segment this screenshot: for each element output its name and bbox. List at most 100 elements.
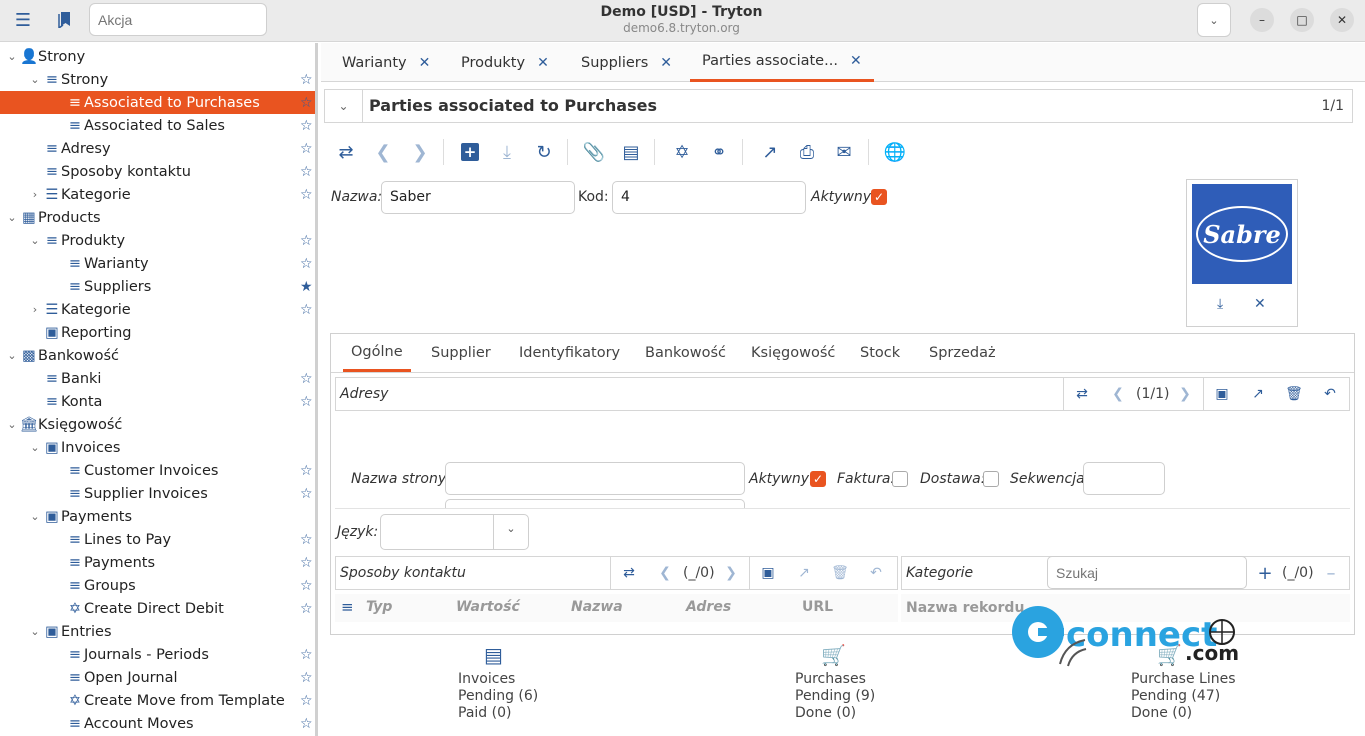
star-icon[interactable]: ☆ [300, 647, 313, 663]
chevron-down-icon[interactable]: ⌄ [29, 73, 41, 86]
column-header[interactable]: Nazwa [571, 599, 623, 615]
maximize-button[interactable]: □ [1290, 8, 1314, 32]
email-icon[interactable]: ✉ [829, 135, 859, 169]
close-tab-icon[interactable]: ✕ [537, 55, 549, 71]
dashboard-line[interactable]: Pending (47) [1131, 688, 1351, 705]
delivery-checkbox[interactable] [983, 471, 999, 487]
menu-item[interactable]: ⌄ ▦ Products [0, 206, 315, 229]
menu-item[interactable]: ✡ Create Direct Debit ☆ [0, 597, 315, 620]
menu-item[interactable]: ≡ Journals - Periods ☆ [0, 643, 315, 666]
tab-identyfikatory[interactable]: Identyfikatory [519, 334, 620, 372]
column-header[interactable]: Adres [686, 599, 731, 615]
dashboard-line[interactable]: Paid (0) [458, 705, 678, 722]
star-icon[interactable]: ☆ [300, 233, 313, 249]
globe-icon[interactable]: 🌐 [880, 135, 910, 169]
star-icon[interactable]: ☆ [300, 693, 313, 709]
open-contact-icon[interactable]: ↗ [789, 557, 819, 589]
star-icon[interactable]: ☆ [300, 95, 313, 111]
name-input[interactable]: Saber [381, 181, 575, 214]
dashboard-line[interactable]: Pending (6) [458, 688, 678, 705]
star-icon[interactable]: ☆ [300, 371, 313, 387]
star-icon[interactable]: ☆ [300, 72, 313, 88]
menu-item[interactable]: ⌄ 👤 Strony [0, 45, 315, 68]
previous-icon[interactable]: ❮ [650, 557, 680, 589]
bookmark-icon[interactable] [52, 8, 78, 32]
action-search-input[interactable] [89, 3, 267, 36]
tab-bankowosc[interactable]: Bankowość [645, 334, 726, 372]
tab-stock[interactable]: Stock [860, 334, 900, 372]
clear-image-icon[interactable]: ✕ [1254, 296, 1266, 312]
menu-item[interactable]: ≡ Adresy ☆ [0, 137, 315, 160]
close-tab-icon[interactable]: ✕ [850, 53, 862, 69]
star-icon[interactable]: ☆ [300, 187, 313, 203]
categories-search-input[interactable] [1047, 556, 1247, 589]
menu-item[interactable]: ≡ Groups ☆ [0, 574, 315, 597]
chevron-down-icon[interactable]: ⌄ [6, 211, 18, 224]
close-tab-icon[interactable]: ✕ [660, 55, 672, 71]
dashboard-purchases[interactable]: 🛒 Purchases Pending (9) Done (0) [795, 645, 1015, 722]
menu-icon[interactable]: ☰ [10, 8, 36, 32]
star-icon[interactable]: ☆ [300, 601, 313, 617]
star-icon[interactable]: ☆ [300, 532, 313, 548]
menu-item[interactable]: ⌄ ▩ Bankowość [0, 344, 315, 367]
dashboard-invoices[interactable]: ▤ Invoices Pending (6) Paid (0) [458, 645, 678, 722]
menu-item[interactable]: ≡ Banki ☆ [0, 367, 315, 390]
collapse-chevron-icon[interactable]: ⌄ [325, 90, 363, 122]
previous-icon[interactable]: ❮ [1103, 378, 1133, 410]
next-icon[interactable]: ❯ [1170, 378, 1200, 410]
menu-item[interactable]: ≡ Konta ☆ [0, 390, 315, 413]
code-input[interactable]: 4 [612, 181, 806, 214]
switch-view-icon[interactable]: ⇄ [331, 135, 361, 169]
menu-item[interactable]: ≡ Suppliers ★ [0, 275, 315, 298]
new-record-icon[interactable]: + [455, 135, 485, 169]
previous-record-icon[interactable]: ❮ [368, 135, 398, 169]
star-filled-icon[interactable]: ★ [300, 279, 313, 295]
menu-item[interactable]: ≡ Account Moves ☆ [0, 712, 315, 735]
menu-item[interactable]: ▣ Reporting [0, 321, 315, 344]
open-icon[interactable]: ↗ [755, 135, 785, 169]
chevron-down-icon[interactable]: ⌄ [29, 625, 41, 638]
menu-item[interactable]: ≡ Supplier Invoices ☆ [0, 482, 315, 505]
star-icon[interactable]: ☆ [300, 670, 313, 686]
add-category-icon[interactable]: + [1250, 557, 1280, 589]
column-header[interactable]: Typ [366, 599, 392, 615]
tab-ogolne[interactable]: Ogólne [343, 334, 411, 372]
active-checkbox[interactable]: ✓ [871, 189, 887, 205]
menu-item[interactable]: ⌄ ▣ Invoices [0, 436, 315, 459]
menu-item[interactable]: ⌄ ≡ Produkty ☆ [0, 229, 315, 252]
star-icon[interactable]: ☆ [300, 118, 313, 134]
menu-item[interactable]: ⌄ 🏛 Księgowość [0, 413, 315, 436]
menu-item[interactable]: ≡ Open Journal ☆ [0, 666, 315, 689]
chevron-down-icon[interactable]: ⌄ [29, 510, 41, 523]
chevron-down-icon[interactable]: ⌄ [6, 50, 18, 63]
dashboard-line[interactable]: Done (0) [795, 705, 1015, 722]
chevron-down-icon[interactable]: ⌄ [6, 418, 18, 431]
star-icon[interactable]: ☆ [300, 578, 313, 594]
menu-item[interactable]: › ☰ Kategorie ☆ [0, 183, 315, 206]
tab-ksiegowosc[interactable]: Księgowość [751, 334, 835, 372]
dashboard-line[interactable]: Pending (9) [795, 688, 1015, 705]
download-icon[interactable]: ⤓ [1217, 296, 1223, 312]
party-name-input[interactable] [445, 462, 745, 495]
star-icon[interactable]: ☆ [300, 555, 313, 571]
reload-icon[interactable]: ↻ [529, 135, 559, 169]
attachment-icon[interactable]: 📎 [579, 135, 609, 169]
chevron-down-icon[interactable]: ⌄ [6, 349, 18, 362]
tab-parties-associated[interactable]: Parties associate... ✕ [690, 43, 874, 82]
undo-icon[interactable]: ↶ [861, 557, 891, 589]
menu-item[interactable]: ⌄ ▣ Payments [0, 505, 315, 528]
tab-suppliers[interactable]: Suppliers ✕ [581, 43, 672, 82]
menu-item[interactable]: ≡ Sposoby kontaktu ☆ [0, 160, 315, 183]
menu-item[interactable]: › ☰ Kategorie ☆ [0, 298, 315, 321]
menu-item[interactable]: ≡ Customer Invoices ☆ [0, 459, 315, 482]
save-icon[interactable]: ⤓ [492, 135, 522, 169]
column-header[interactable]: Nazwa rekordu [906, 600, 1024, 616]
relate-icon[interactable]: ⚭ [704, 135, 734, 169]
close-window-button[interactable]: ✕ [1330, 8, 1354, 32]
delete-address-icon[interactable]: 🗑 [1279, 378, 1309, 410]
chevron-down-icon[interactable]: ⌄ [29, 441, 41, 454]
menu-item[interactable]: ≡ Associated to Sales ☆ [0, 114, 315, 137]
star-icon[interactable]: ☆ [300, 302, 313, 318]
sequence-input[interactable] [1083, 462, 1165, 495]
star-icon[interactable]: ☆ [300, 256, 313, 272]
